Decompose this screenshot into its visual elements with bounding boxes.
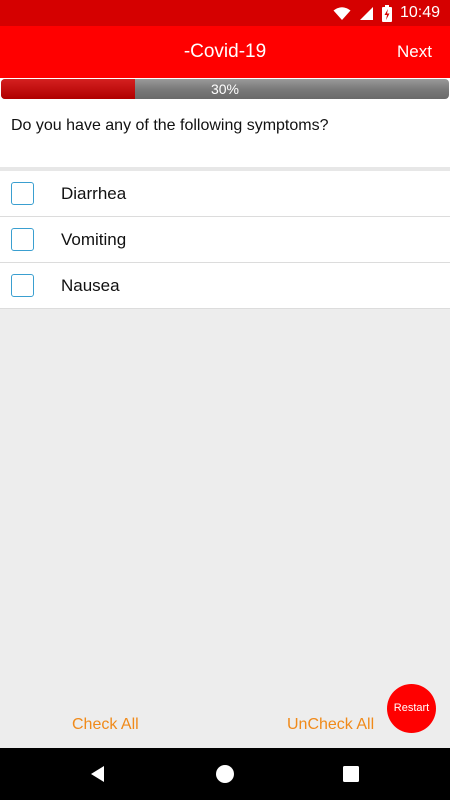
restart-button[interactable]: Restart [387, 684, 436, 733]
question-text: Do you have any of the following symptom… [0, 100, 450, 167]
uncheck-all-button[interactable]: UnCheck All [287, 716, 374, 734]
option-label: Vomiting [61, 229, 127, 249]
check-all-button[interactable]: Check All [72, 716, 139, 734]
app-bar: -Covid-19 Next [0, 26, 450, 78]
status-bar: 10:49 [0, 0, 450, 26]
checkbox[interactable] [11, 182, 34, 205]
symptom-list: Diarrhea Vomiting Nausea [0, 171, 450, 309]
status-time: 10:49 [399, 4, 440, 21]
next-button[interactable]: Next [397, 26, 432, 78]
bottom-actions: Check All UnCheck All Restart [0, 684, 450, 748]
back-icon[interactable] [68, 748, 128, 800]
checkbox[interactable] [11, 228, 34, 251]
symptom-option-vomiting[interactable]: Vomiting [0, 217, 450, 263]
signal-icon [359, 6, 374, 21]
option-label: Diarrhea [61, 183, 127, 203]
progress-track: 30% [1, 79, 449, 99]
home-icon[interactable] [195, 748, 255, 800]
option-label: Nausea [61, 275, 120, 295]
navigation-bar [0, 748, 450, 800]
symptom-option-diarrhea[interactable]: Diarrhea [0, 171, 450, 217]
progress-bar: 30% [0, 78, 450, 100]
progress-text: 30% [210, 81, 240, 97]
battery-charging-icon [381, 4, 392, 22]
recents-icon[interactable] [321, 748, 381, 800]
checkbox[interactable] [11, 274, 34, 297]
page-title: -Covid-19 [183, 41, 267, 62]
symptom-option-nausea[interactable]: Nausea [0, 263, 450, 309]
wifi-icon [333, 6, 351, 21]
